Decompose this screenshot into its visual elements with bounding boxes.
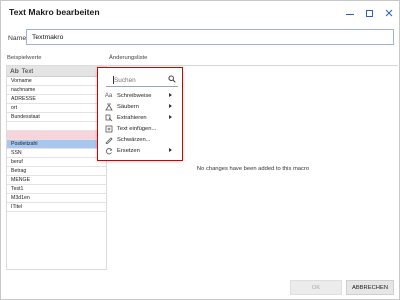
- menu-item-saeubern[interactable]: Säubern: [98, 101, 182, 112]
- close-icon: [385, 9, 393, 17]
- submenu-arrow-icon: [169, 93, 172, 97]
- popup-search-input[interactable]: [114, 75, 164, 85]
- close-button[interactable]: [381, 5, 397, 21]
- menu-item-label: Schreibweise: [117, 92, 152, 99]
- menu-item-label: Text einfügen...: [117, 125, 157, 132]
- sample-values-header-label: Text: [21, 67, 34, 75]
- dialog-title: Text Makro bearbeiten: [9, 7, 100, 17]
- menu-item-text-einfuegen[interactable]: Text einfügen...: [98, 123, 182, 134]
- list-item-empty[interactable]: [7, 122, 106, 131]
- list-item[interactable]: MENGE: [7, 176, 106, 185]
- aenderungsliste-label: Änderungsliste: [109, 55, 148, 61]
- cancel-button[interactable]: ABBRECHEN: [346, 280, 394, 295]
- ok-button[interactable]: OK: [290, 280, 342, 295]
- insert-text-icon: [104, 124, 113, 133]
- list-item[interactable]: Bundesstaat: [7, 113, 106, 122]
- list-item[interactable]: M3d1en: [7, 194, 106, 203]
- minimize-button[interactable]: [342, 5, 358, 21]
- sample-values-header[interactable]: Ab Text: [7, 66, 106, 77]
- beispielwerte-label: Beispielwerte: [7, 55, 42, 61]
- list-item-empty[interactable]: [7, 131, 106, 140]
- menu-item-label: Extrahieren: [117, 114, 147, 121]
- list-item-selected[interactable]: Postleitzahl: [7, 140, 106, 149]
- menu-item-schreibweise[interactable]: Aa Schreibweise: [98, 90, 182, 101]
- menu-item-label: Schwärzen...: [117, 136, 151, 143]
- list-item[interactable]: Vorname: [7, 77, 106, 86]
- menu-item-ersetzen[interactable]: Ersetzen: [98, 145, 182, 156]
- maximize-button[interactable]: [361, 5, 377, 21]
- popup-menu-list: Aa Schreibweise Säubern Extrahieren Text…: [98, 90, 182, 156]
- extract-icon: [104, 113, 113, 122]
- redact-icon: [104, 135, 113, 144]
- add-change-popup-menu: Aa Schreibweise Säubern Extrahieren: [97, 67, 183, 161]
- menu-item-label: Säubern: [117, 103, 139, 110]
- submenu-arrow-icon: [169, 148, 172, 152]
- list-item[interactable]: nachname: [7, 86, 106, 95]
- maximize-icon: [365, 9, 373, 17]
- list-item[interactable]: ITitel: [7, 203, 106, 212]
- minimize-icon: [346, 14, 354, 15]
- list-item[interactable]: Betrag: [7, 167, 106, 176]
- list-item[interactable]: ADRESSE: [7, 95, 106, 104]
- list-item[interactable]: beruf: [7, 158, 106, 167]
- menu-item-schwaerzen[interactable]: Schwärzen...: [98, 134, 182, 145]
- list-item[interactable]: ort: [7, 104, 106, 113]
- search-icon[interactable]: [168, 75, 176, 83]
- replace-icon: [104, 146, 113, 155]
- macro-dialog: Text Makro bearbeiten Name Beispielwerte…: [0, 0, 400, 300]
- sample-values-list: Ab Text Vorname nachname ADRESSE ort Bun…: [6, 65, 107, 270]
- submenu-arrow-icon: [169, 104, 172, 108]
- popup-search-box[interactable]: [106, 73, 178, 87]
- empty-change-list-message: No changes have been added to this macro: [196, 166, 310, 172]
- menu-item-label: Ersetzen: [117, 147, 140, 154]
- list-item[interactable]: Test1: [7, 185, 106, 194]
- list-item[interactable]: SSN: [7, 149, 106, 158]
- title-bar: Text Makro bearbeiten: [1, 1, 399, 25]
- name-label: Name: [8, 35, 27, 42]
- clean-icon: [104, 102, 113, 111]
- ab-text-icon: Ab: [10, 67, 19, 75]
- name-input[interactable]: [26, 29, 394, 45]
- submenu-arrow-icon: [169, 115, 172, 119]
- dialog-footer: OK ABBRECHEN: [1, 276, 399, 300]
- case-icon: Aa: [104, 92, 113, 99]
- menu-item-extrahieren[interactable]: Extrahieren: [98, 112, 182, 123]
